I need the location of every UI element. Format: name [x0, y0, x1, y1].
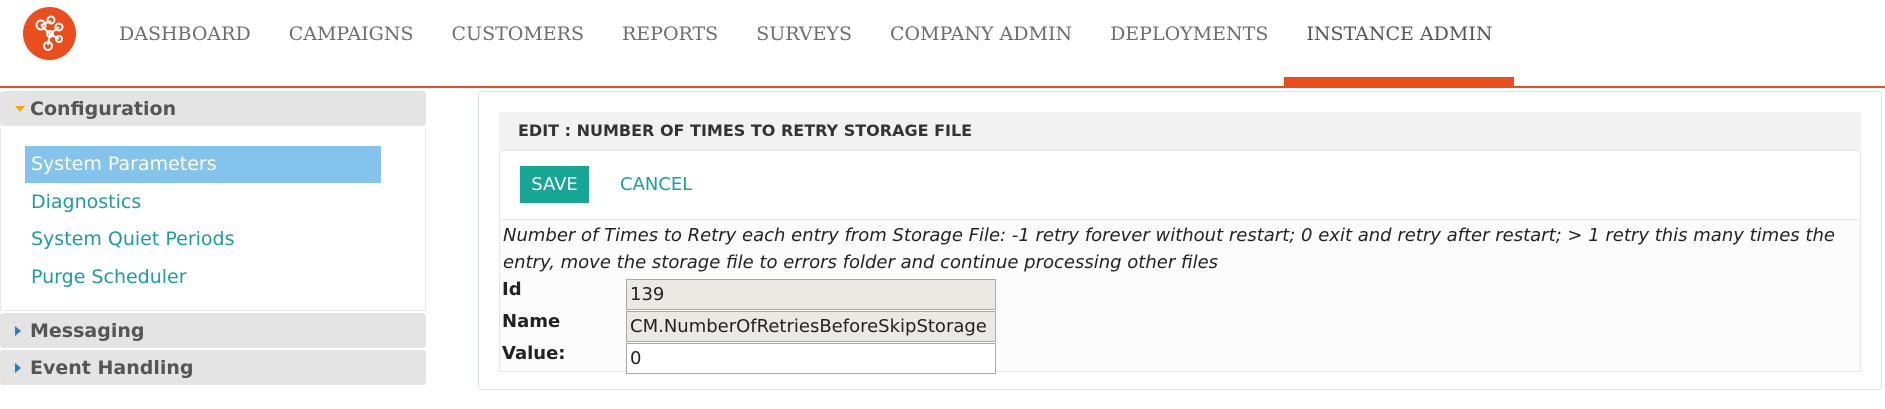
nav-reports[interactable]: REPORTS — [603, 0, 737, 86]
network-nodes-icon[interactable] — [23, 7, 76, 60]
save-button[interactable]: SAVE — [520, 166, 589, 203]
caret-down-icon — [15, 105, 25, 112]
accordion-messaging[interactable]: Messaging — [0, 313, 426, 348]
sidebar-item-system-quiet-periods[interactable]: System Quiet Periods — [25, 221, 381, 258]
parameter-description: Number of Times to Retry each entry from… — [503, 225, 1835, 273]
name-label: Name — [502, 311, 561, 332]
button-row: SAVE CANCEL — [500, 151, 1860, 220]
configuration-panel: System Parameters Diagnostics System Qui… — [0, 128, 426, 311]
caret-right-icon — [15, 362, 21, 373]
nav-deployments[interactable]: DEPLOYMENTS — [1091, 0, 1287, 86]
id-field: 139 — [626, 279, 996, 310]
nav-campaigns[interactable]: CAMPAIGNS — [270, 0, 433, 86]
accordion-label: Configuration — [30, 97, 177, 120]
nav-dashboard[interactable]: DASHBOARD — [100, 0, 270, 86]
nav-customers[interactable]: CUSTOMERS — [433, 0, 603, 86]
id-label: Id — [502, 279, 522, 300]
sidebar-item-system-parameters[interactable]: System Parameters — [25, 146, 381, 183]
sidebar-item-diagnostics[interactable]: Diagnostics — [25, 184, 381, 221]
sidebar: Configuration System Parameters Diagnost… — [0, 91, 426, 387]
accordion-configuration[interactable]: Configuration — [0, 91, 426, 126]
page-title: EDIT : NUMBER OF TIMES TO RETRY STORAGE … — [518, 121, 973, 140]
edit-title-bar: EDIT : NUMBER OF TIMES TO RETRY STORAGE … — [499, 112, 1861, 150]
edit-panel: EDIT : NUMBER OF TIMES TO RETRY STORAGE … — [478, 91, 1882, 390]
nav-divider — [0, 86, 1885, 88]
nav-company-admin[interactable]: COMPANY ADMIN — [871, 0, 1091, 86]
top-navigation-bar: DASHBOARD CAMPAIGNS CUSTOMERS REPORTS SU… — [0, 0, 1885, 88]
nav-surveys[interactable]: SURVEYS — [737, 0, 871, 86]
name-field: CM.NumberOfRetriesBeforeSkipStorage — [626, 311, 996, 342]
value-input[interactable] — [626, 343, 996, 374]
nav-instance-admin[interactable]: INSTANCE ADMIN — [1284, 0, 1515, 86]
cancel-button[interactable]: CANCEL — [620, 166, 692, 203]
caret-right-icon — [15, 325, 21, 336]
main-menu: DASHBOARD CAMPAIGNS CUSTOMERS REPORTS SU… — [100, 0, 1515, 86]
edit-form: SAVE CANCEL Number of Times to Retry eac… — [499, 150, 1861, 374]
accordion-event-handling[interactable]: Event Handling — [0, 350, 426, 385]
sidebar-item-purge-scheduler[interactable]: Purge Scheduler — [25, 259, 381, 296]
value-label: Value: — [502, 343, 566, 364]
accordion-label: Event Handling — [30, 356, 194, 379]
accordion-label: Messaging — [30, 319, 145, 342]
